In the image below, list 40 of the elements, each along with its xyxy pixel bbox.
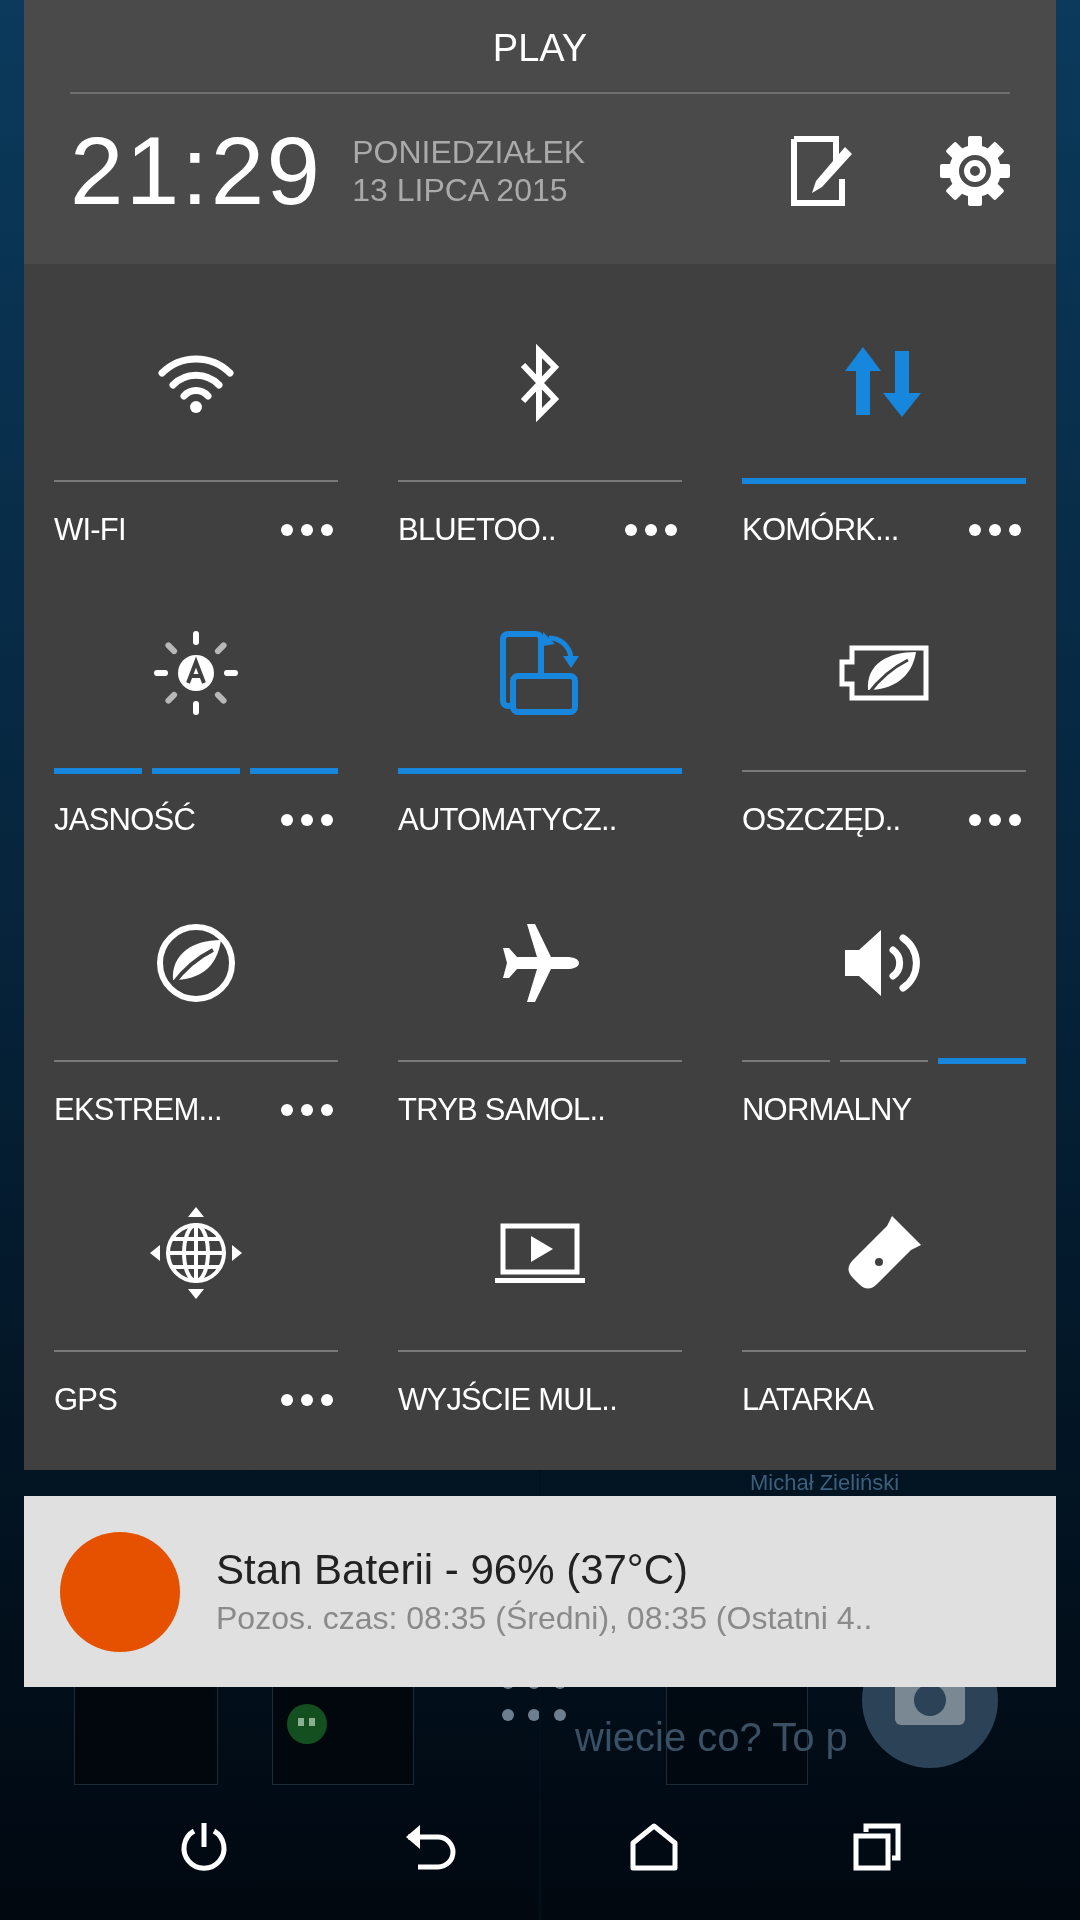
tile-label[interactable]: JASNOŚĆ	[54, 800, 195, 840]
more-icon[interactable]	[280, 523, 334, 537]
tile-label[interactable]: LATARKA	[742, 1380, 874, 1420]
tile-label[interactable]: EKSTREM...	[54, 1090, 222, 1130]
tile-label[interactable]: BLUETOO..	[398, 510, 556, 550]
tile-label[interactable]: KOMÓRK...	[742, 510, 899, 550]
tile-label[interactable]: GPS	[54, 1380, 118, 1420]
weekday: PONIEDZIAŁEK	[352, 133, 586, 171]
tile-label[interactable]: NORMALNY	[742, 1090, 912, 1130]
contact-name: Michał Zieliński	[750, 1472, 900, 1494]
post-text: wiecie co? To p	[575, 1715, 848, 1759]
globe-arrows-icon[interactable]	[148, 1205, 244, 1301]
home-icon[interactable]	[629, 1823, 679, 1871]
widget-tile[interactable]	[74, 1685, 218, 1785]
tile-label[interactable]: AUTOMATYCZ..	[398, 800, 617, 840]
notification-text: Pozos. czas: 08:35 (Średni), 08:35 (Ostatni 4..	[216, 1598, 873, 1638]
more-icon[interactable]	[968, 523, 1022, 537]
date: 13 LIPCA 2015	[352, 171, 569, 209]
recent-apps-icon[interactable]	[852, 1822, 902, 1872]
leaf-circle-icon[interactable]	[155, 922, 237, 1004]
tile-label[interactable]: WI-FI	[54, 510, 126, 550]
more-icon[interactable]	[280, 1393, 334, 1407]
more-icon[interactable]	[624, 523, 678, 537]
rotate-screen-icon[interactable]	[499, 630, 581, 716]
more-icon[interactable]	[968, 813, 1022, 827]
operator-name: PLAY	[491, 26, 589, 71]
tile-label[interactable]: TRYB SAMOL..	[398, 1090, 606, 1130]
power-icon[interactable]	[179, 1821, 229, 1873]
more-icon[interactable]	[280, 813, 334, 827]
battery-leaf-icon[interactable]	[838, 644, 930, 702]
edit-icon[interactable]	[790, 135, 854, 207]
battery-notification[interactable]: Stan Baterii - 96% (37°C) Pozos. czas: 08:35 (Średni), 08:35 (Ostatni 4..	[24, 1496, 1056, 1687]
settings-icon[interactable]	[940, 136, 1010, 206]
tile-label[interactable]: OSZCZĘD..	[742, 800, 901, 840]
more-icon[interactable]	[280, 1103, 334, 1117]
screen-play-icon[interactable]	[495, 1222, 585, 1284]
tile-label[interactable]: WYJŚCIE MUL..	[398, 1380, 617, 1420]
notification-title: Stan Baterii - 96% (37°C)	[216, 1544, 689, 1595]
back-icon[interactable]	[404, 1823, 456, 1871]
clock-time[interactable]: 21:29	[70, 116, 323, 226]
